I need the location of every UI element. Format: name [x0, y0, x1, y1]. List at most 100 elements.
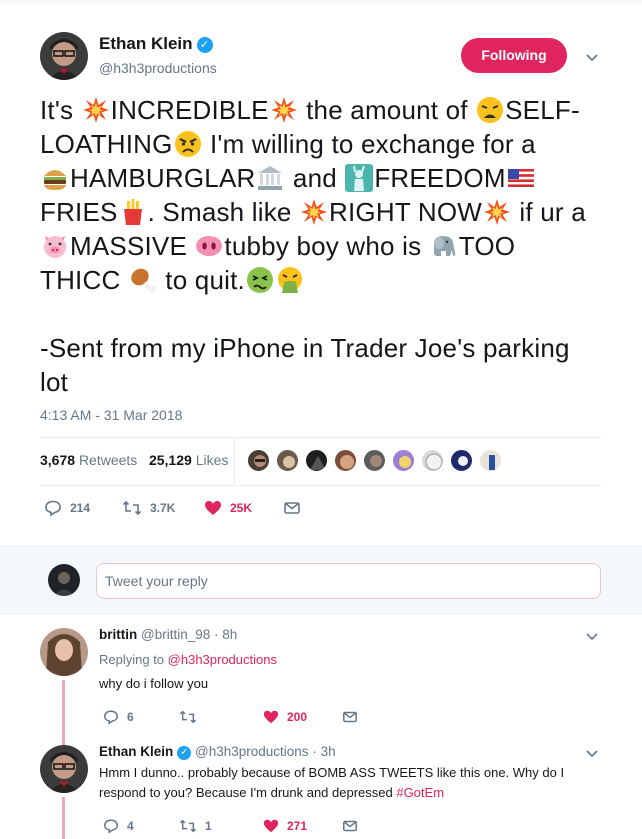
- replying-to-prefix: Replying to: [99, 652, 168, 667]
- like-button[interactable]: 25K: [204, 498, 252, 518]
- reply-count: 214: [70, 501, 91, 515]
- verified-icon: ✓: [196, 37, 213, 53]
- reply-action-bar: 6 200: [103, 707, 363, 725]
- tweet-text-segment: TOO: [458, 231, 516, 261]
- liker-avatar[interactable]: [304, 448, 329, 473]
- reply-author-name[interactable]: Ethan Klein: [99, 744, 173, 759]
- retweet-icon: [122, 499, 142, 517]
- reply-icon: [103, 709, 119, 725]
- reply-author-handle[interactable]: @brittin_98: [141, 627, 210, 642]
- reply-button[interactable]: 214: [44, 498, 90, 518]
- tweet-text-segment: THICC: [40, 265, 128, 295]
- reply-icon: [103, 818, 119, 834]
- reply-text-line1: Hmm I dunno.. probably because of BOMB A…: [99, 765, 565, 780]
- retweet-button[interactable]: 3.7K: [122, 498, 175, 518]
- likes-label: Likes: [195, 452, 229, 468]
- reply-action-bar: 4 1 271: [103, 816, 363, 834]
- likes-stat[interactable]: 25,129 Likes: [149, 452, 228, 468]
- reply-author-avatar[interactable]: [40, 628, 88, 676]
- like-button[interactable]: 271: [263, 816, 307, 836]
- tweet-text-segment: SELF-: [505, 95, 580, 125]
- author-name-row[interactable]: Ethan Klein ✓: [99, 34, 213, 54]
- tweet-text-segment: FRIES: [40, 197, 118, 227]
- tweet-timestamp[interactable]: 4:13 AM - 31 Mar 2018: [40, 407, 182, 423]
- liker-avatar[interactable]: [391, 448, 416, 473]
- liker-avatar[interactable]: [449, 448, 474, 473]
- author-name[interactable]: Ethan Klein: [99, 34, 193, 53]
- top-edge: [0, 0, 642, 6]
- reply-count: 6: [127, 710, 134, 724]
- reply-time[interactable]: · 8h: [214, 627, 237, 642]
- direct-message-button[interactable]: [283, 498, 301, 518]
- reply-author-avatar[interactable]: [40, 745, 88, 793]
- explosion-icon: [82, 96, 110, 124]
- divider: [40, 437, 601, 438]
- pig-nose-icon: [195, 232, 223, 260]
- following-button[interactable]: Following: [461, 38, 567, 73]
- heart-icon: [263, 818, 279, 834]
- like-count: 25K: [230, 501, 253, 515]
- reply-text-line2: respond to you? Because I'm drunk and de…: [99, 785, 397, 800]
- tweet-text-line: LOATHING I'm willing to exchange for a: [40, 127, 610, 161]
- like-button[interactable]: 200: [263, 707, 307, 727]
- verified-icon: ✓: [177, 746, 192, 760]
- tweet-page: Ethan Klein ✓ @h3h3productions Following …: [0, 0, 642, 839]
- direct-message-button[interactable]: [342, 707, 358, 727]
- retweets-stat[interactable]: 3,678 Retweets: [40, 452, 137, 468]
- retweet-button[interactable]: [179, 707, 197, 727]
- hashtag-link[interactable]: #GotEm: [396, 785, 444, 800]
- reply-input[interactable]: Tweet your reply: [96, 563, 601, 599]
- reply-author-handle[interactable]: @h3h3productions: [195, 744, 309, 759]
- reply-text: why do i follow you: [99, 676, 209, 691]
- tweet-text-segment: LOATHING: [40, 129, 173, 159]
- reply-button[interactable]: 4: [103, 816, 134, 836]
- reply-header: Ethan Klein ✓ @h3h3productions · 3h: [99, 744, 336, 760]
- stat-separator: [234, 438, 235, 484]
- like-count: 271: [287, 819, 308, 833]
- heart-icon: [263, 709, 279, 725]
- chevron-down-icon[interactable]: [585, 50, 599, 64]
- chevron-down-icon[interactable]: [585, 746, 599, 760]
- retweet-icon: [179, 818, 197, 834]
- tweet-text-line: It's INCREDIBLE the amount of SELF-: [40, 93, 610, 127]
- likes-count: 25,129: [148, 452, 192, 468]
- tweet-text-segment: tubby boy who is: [224, 231, 429, 261]
- chevron-down-icon[interactable]: [585, 629, 599, 643]
- author-handle[interactable]: @h3h3productions: [99, 60, 217, 76]
- tweet-text: It's INCREDIBLE the amount of SELF- LOATH…: [40, 93, 610, 399]
- reply-author-name[interactable]: brittin: [99, 627, 137, 642]
- replying-to-link[interactable]: @h3h3productions: [168, 652, 277, 667]
- retweets-label: Retweets: [78, 452, 138, 468]
- nauseated-icon: [246, 266, 274, 294]
- liker-avatar[interactable]: [275, 448, 300, 473]
- liker-avatar[interactable]: [362, 448, 387, 473]
- retweet-button[interactable]: 1: [179, 816, 212, 836]
- bank-icon: [256, 164, 284, 192]
- tweet-text-segment: HAMBURGLAR: [70, 163, 256, 193]
- tweet-text-line: THICC to quit.: [40, 263, 610, 297]
- tweet-signature-line: -Sent from my iPhone in Trader Joe's par…: [40, 333, 570, 363]
- fries-icon: [119, 198, 147, 226]
- direct-message-button[interactable]: [342, 816, 358, 836]
- liker-avatar[interactable]: [478, 448, 503, 473]
- reply-time[interactable]: · 3h: [312, 744, 335, 759]
- tweet-text-segment: I'm willing to exchange for a: [202, 129, 536, 159]
- liker-avatar[interactable]: [420, 448, 445, 473]
- weary-icon: [476, 96, 504, 124]
- reply-header: brittin @brittin_98 · 8h: [99, 627, 237, 642]
- tweet-text-segment: It's: [40, 95, 81, 125]
- tweet-text-line: MASSIVE tubby boy who is TOO: [40, 229, 610, 263]
- tweet-text-segment: MASSIVE: [70, 231, 195, 261]
- drumstick-icon: [129, 266, 157, 294]
- retweet-count: 1: [205, 819, 212, 833]
- thread-line: [62, 797, 65, 839]
- replying-to: Replying to @h3h3productions: [99, 650, 277, 670]
- liker-avatar[interactable]: [246, 448, 271, 473]
- explosion-icon: [483, 198, 511, 226]
- reply-button[interactable]: 6: [103, 707, 134, 727]
- author-avatar[interactable]: [40, 32, 88, 80]
- liker-avatar[interactable]: [333, 448, 358, 473]
- tweet-text-segment: RIGHT NOW: [329, 197, 482, 227]
- like-count: 200: [287, 710, 308, 724]
